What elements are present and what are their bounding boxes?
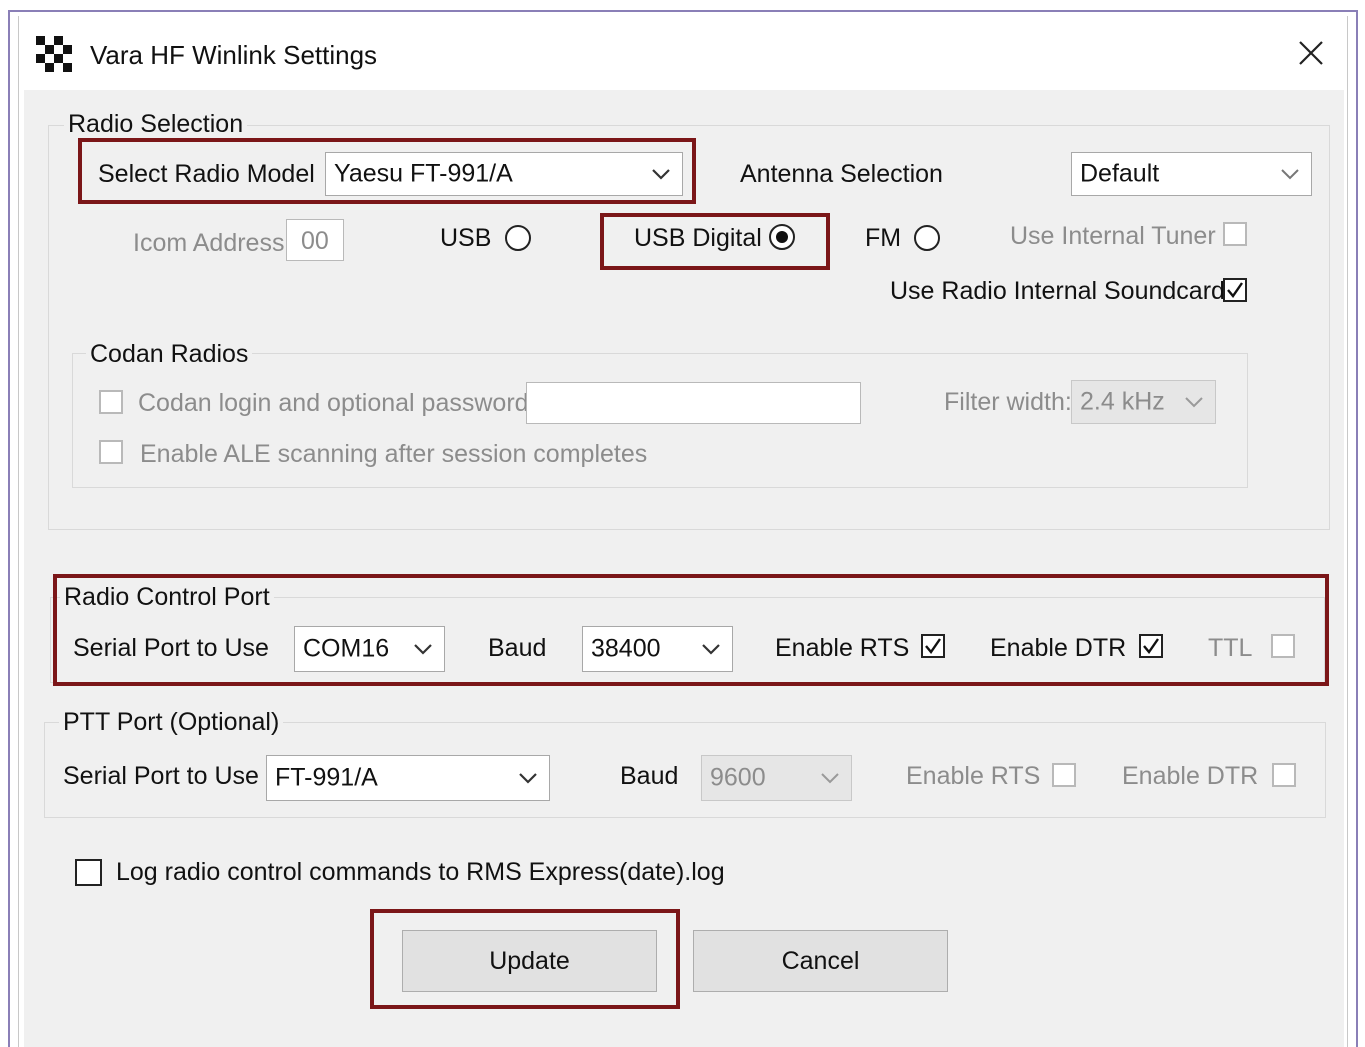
radio-model-value: Yaesu FT-991/A bbox=[334, 159, 513, 188]
antenna-select[interactable]: Default bbox=[1071, 152, 1312, 196]
control-serial-label: Serial Port to Use bbox=[73, 634, 269, 662]
radio-model-select[interactable]: Yaesu FT-991/A bbox=[325, 152, 683, 196]
filter-width-value: 2.4 kHz bbox=[1080, 387, 1165, 416]
ptt-rts-checkbox[interactable] bbox=[1052, 763, 1076, 787]
control-rts-checkbox[interactable] bbox=[921, 634, 945, 658]
antenna-value: Default bbox=[1080, 159, 1160, 188]
chevron-down-icon bbox=[821, 773, 839, 784]
internal-soundcard-checkbox[interactable] bbox=[1223, 278, 1247, 302]
cancel-button[interactable]: Cancel bbox=[693, 930, 948, 992]
ptt-serial-select[interactable]: FT-991/A bbox=[266, 755, 550, 801]
control-baud-value: 38400 bbox=[591, 634, 661, 663]
icom-address-input[interactable]: 00 bbox=[286, 219, 344, 261]
app-checkered-icon bbox=[36, 36, 72, 72]
usb-digital-label: USB Digital bbox=[634, 224, 762, 252]
chevron-down-icon bbox=[414, 644, 432, 655]
antenna-selection-label: Antenna Selection bbox=[740, 160, 943, 188]
codan-login-input[interactable] bbox=[526, 382, 861, 424]
control-dtr-label: Enable DTR bbox=[990, 634, 1127, 662]
ptt-baud-value: 9600 bbox=[710, 763, 766, 792]
ptt-dtr-checkbox[interactable] bbox=[1272, 763, 1296, 787]
ptt-serial-value: FT-991/A bbox=[275, 763, 378, 792]
control-ttl-label: TTL bbox=[1208, 634, 1253, 662]
control-serial-select[interactable]: COM16 bbox=[294, 626, 445, 672]
internal-tuner-label: Use Internal Tuner bbox=[1010, 222, 1216, 250]
ale-scanning-checkbox[interactable] bbox=[99, 440, 123, 464]
checkmark-icon bbox=[925, 638, 941, 654]
codan-login-checkbox[interactable] bbox=[99, 390, 123, 414]
usb-digital-radio[interactable] bbox=[769, 224, 795, 250]
ptt-port-legend: PTT Port (Optional) bbox=[59, 708, 284, 737]
icom-address-value: 00 bbox=[301, 227, 329, 255]
radio-model-label: Select Radio Model bbox=[98, 160, 315, 188]
icom-address-label: Icom Address bbox=[133, 229, 285, 257]
control-dtr-checkbox[interactable] bbox=[1139, 634, 1163, 658]
ptt-dtr-label: Enable DTR bbox=[1122, 762, 1259, 790]
radio-control-port-legend: Radio Control Port bbox=[60, 583, 274, 612]
update-button[interactable]: Update bbox=[402, 930, 657, 992]
ptt-baud-select[interactable]: 9600 bbox=[701, 755, 852, 801]
fm-radio[interactable] bbox=[914, 225, 940, 251]
control-rts-label: Enable RTS bbox=[775, 634, 910, 662]
chevron-down-icon bbox=[1185, 397, 1203, 408]
close-icon[interactable] bbox=[1298, 40, 1324, 66]
fm-label: FM bbox=[865, 224, 902, 252]
ptt-baud-label: Baud bbox=[620, 762, 679, 790]
ale-scanning-label: Enable ALE scanning after session comple… bbox=[140, 440, 648, 468]
chevron-down-icon bbox=[702, 644, 720, 655]
internal-soundcard-label: Use Radio Internal Soundcard bbox=[890, 277, 1225, 305]
chevron-down-icon bbox=[652, 169, 670, 180]
checkmark-icon bbox=[1227, 282, 1243, 298]
ptt-rts-label: Enable RTS bbox=[906, 762, 1041, 790]
log-commands-checkbox[interactable] bbox=[75, 859, 102, 886]
control-ttl-checkbox[interactable] bbox=[1271, 634, 1295, 658]
codan-radios-legend: Codan Radios bbox=[86, 340, 253, 369]
chevron-down-icon bbox=[1281, 169, 1299, 180]
chevron-down-icon bbox=[519, 773, 537, 784]
codan-login-label: Codan login and optional password: bbox=[138, 389, 536, 417]
control-serial-value: COM16 bbox=[303, 634, 390, 663]
window-title: Vara HF Winlink Settings bbox=[90, 40, 378, 70]
ptt-serial-label: Serial Port to Use bbox=[63, 762, 259, 790]
usb-label: USB bbox=[440, 224, 492, 252]
log-commands-label: Log radio control commands to RMS Expres… bbox=[116, 858, 725, 886]
control-baud-select[interactable]: 38400 bbox=[582, 626, 733, 672]
filter-width-label: Filter width: bbox=[944, 388, 1072, 416]
usb-radio[interactable] bbox=[505, 225, 531, 251]
filter-width-select[interactable]: 2.4 kHz bbox=[1071, 380, 1216, 424]
control-baud-label: Baud bbox=[488, 634, 547, 662]
internal-tuner-checkbox[interactable] bbox=[1223, 222, 1247, 246]
radio-selection-legend: Radio Selection bbox=[64, 110, 248, 139]
checkmark-icon bbox=[1143, 638, 1159, 654]
